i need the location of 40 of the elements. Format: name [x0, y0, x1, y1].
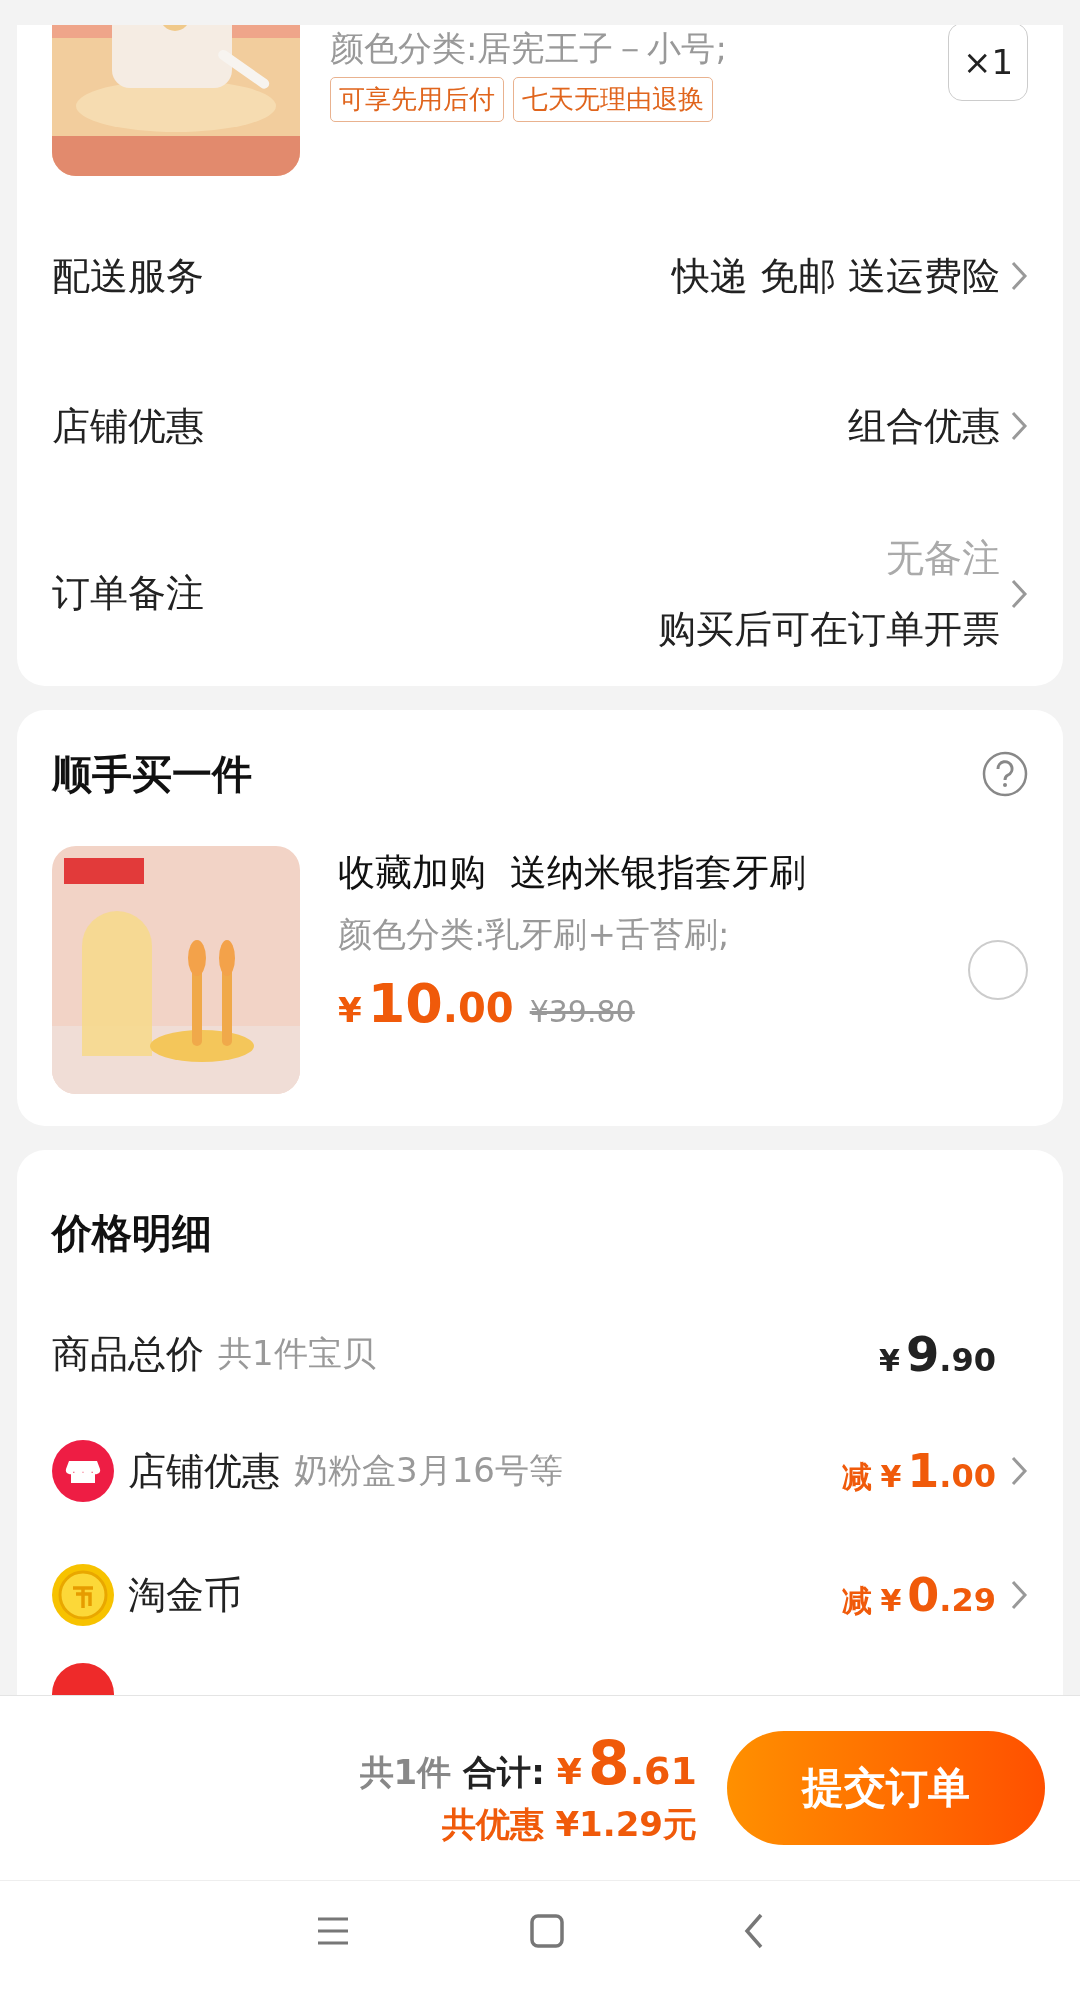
help-icon[interactable] [982, 751, 1028, 797]
option-value[interactable]: 购买后可在订单开票 [658, 603, 1000, 655]
item-count: 共1件 [359, 1751, 452, 1794]
discount-amount: 减 ¥1.00 [842, 1444, 996, 1498]
chevron-icon [1010, 260, 1028, 292]
original-price: ¥39.80 [529, 994, 635, 1029]
chevron-icon [1010, 1579, 1028, 1611]
section-title: 顺手买一件 [52, 749, 252, 799]
section-title: 价格明细 [52, 1209, 213, 1258]
shop-icon [52, 1440, 114, 1502]
home-icon[interactable] [530, 1914, 564, 1948]
price-note: 奶粉盒3月16号等 [294, 1449, 563, 1492]
price-label: 商品总价 [52, 1330, 204, 1378]
product-price: ¥10.00 [338, 972, 514, 1035]
remark-status-text: 无备注 [886, 534, 1000, 582]
total-label: 合计: [463, 1751, 545, 1794]
chevron-icon [1010, 577, 1028, 610]
coin-icon [52, 1564, 114, 1626]
service-tag: 七天无理由退换 [513, 77, 713, 122]
option-label: 订单备注 [52, 570, 204, 617]
price-amount: ¥9.90 [879, 1326, 996, 1382]
savings-text: 共优惠 ¥1.29元 [441, 1803, 697, 1846]
select-radio[interactable] [968, 940, 1028, 1000]
option-value[interactable]: 快递 免邮 送运费险 [671, 250, 1000, 302]
discount-amount: 减 ¥0.29 [842, 1568, 996, 1622]
product-title[interactable]: 收藏加购 送纳米银指套牙刷 [338, 848, 930, 898]
price-label: 淘金币 [128, 1571, 242, 1619]
option-label: 配送服务 [52, 252, 204, 300]
service-tag: 可享先用后付 [330, 77, 504, 122]
chevron-icon [1010, 410, 1028, 442]
option-label: 店铺优惠 [52, 402, 204, 450]
menu-icon[interactable] [316, 1916, 350, 1946]
chevron-icon [1010, 1455, 1028, 1487]
product-spec: 颜色分类:居宪王子－小号; [330, 31, 728, 65]
price-note: 共1件宝贝 [218, 1332, 376, 1375]
product-spec: 颜色分类:乳牙刷+舌苔刷; [338, 913, 731, 956]
total-price: ¥8.61 [556, 1728, 697, 1798]
option-value[interactable]: 组合优惠 [848, 400, 1000, 452]
price-label: 店铺优惠 [128, 1447, 280, 1495]
back-icon[interactable] [744, 1913, 764, 1949]
